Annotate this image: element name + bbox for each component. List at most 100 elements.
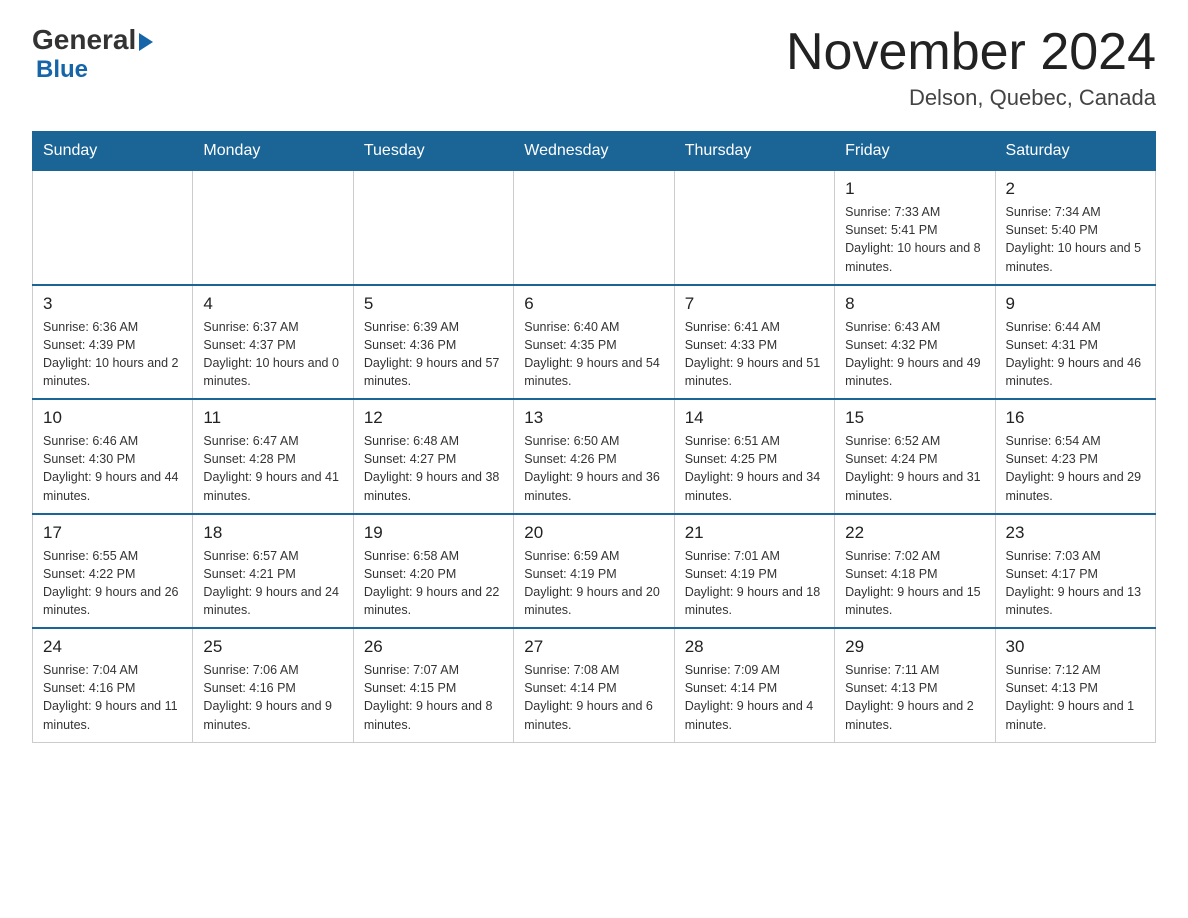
calendar-cell [193,171,353,285]
day-info: Sunrise: 6:40 AMSunset: 4:35 PMDaylight:… [524,318,663,391]
day-number: 12 [364,408,503,428]
day-info: Sunrise: 6:43 AMSunset: 4:32 PMDaylight:… [845,318,984,391]
day-number: 4 [203,294,342,314]
day-info: Sunrise: 7:02 AMSunset: 4:18 PMDaylight:… [845,547,984,620]
calendar-week-row: 17 Sunrise: 6:55 AMSunset: 4:22 PMDayligh… [33,514,1156,629]
day-info: Sunrise: 6:36 AMSunset: 4:39 PMDaylight:… [43,318,182,391]
day-number: 25 [203,637,342,657]
day-info: Sunrise: 6:50 AMSunset: 4:26 PMDaylight:… [524,432,663,505]
calendar-cell: 2 Sunrise: 7:34 AMSunset: 5:40 PMDaylight… [995,171,1155,285]
day-info: Sunrise: 6:52 AMSunset: 4:24 PMDaylight:… [845,432,984,505]
calendar-cell [353,171,513,285]
day-number: 7 [685,294,824,314]
day-number: 9 [1006,294,1145,314]
calendar-cell: 16 Sunrise: 6:54 AMSunset: 4:23 PMDayligh… [995,399,1155,514]
calendar-cell: 30 Sunrise: 7:12 AMSunset: 4:13 PMDayligh… [995,628,1155,742]
day-number: 11 [203,408,342,428]
calendar-cell: 23 Sunrise: 7:03 AMSunset: 4:17 PMDayligh… [995,514,1155,629]
calendar-week-row: 24 Sunrise: 7:04 AMSunset: 4:16 PMDayligh… [33,628,1156,742]
calendar-cell: 24 Sunrise: 7:04 AMSunset: 4:16 PMDayligh… [33,628,193,742]
calendar-week-row: 3 Sunrise: 6:36 AMSunset: 4:39 PMDaylight… [33,285,1156,400]
day-number: 14 [685,408,824,428]
calendar-cell: 3 Sunrise: 6:36 AMSunset: 4:39 PMDaylight… [33,285,193,400]
calendar-cell: 15Sunrise: 6:52 AMSunset: 4:24 PMDayligh… [835,399,995,514]
calendar-title-area: November 2024 Delson, Quebec, Canada [786,24,1156,111]
header-sunday: Sunday [33,132,193,171]
header-friday: Friday [835,132,995,171]
header-saturday: Saturday [995,132,1155,171]
day-info: Sunrise: 6:46 AMSunset: 4:30 PMDaylight:… [43,432,182,505]
day-info: Sunrise: 7:12 AMSunset: 4:13 PMDaylight:… [1006,661,1145,734]
month-title: November 2024 [786,24,1156,81]
calendar-cell: 7 Sunrise: 6:41 AMSunset: 4:33 PMDaylight… [674,285,834,400]
day-number: 27 [524,637,663,657]
day-info: Sunrise: 6:54 AMSunset: 4:23 PMDaylight:… [1006,432,1145,505]
day-number: 21 [685,523,824,543]
calendar-cell: 12Sunrise: 6:48 AMSunset: 4:27 PMDayligh… [353,399,513,514]
calendar-cell: 26 Sunrise: 7:07 AMSunset: 4:15 PMDayligh… [353,628,513,742]
day-number: 26 [364,637,503,657]
calendar-cell: 9Sunrise: 6:44 AMSunset: 4:31 PMDaylight… [995,285,1155,400]
logo-blue-text: Blue [36,56,88,83]
day-number: 6 [524,294,663,314]
day-info: Sunrise: 6:59 AMSunset: 4:19 PMDaylight:… [524,547,663,620]
day-number: 13 [524,408,663,428]
day-number: 5 [364,294,503,314]
calendar-cell: 28 Sunrise: 7:09 AMSunset: 4:14 PMDayligh… [674,628,834,742]
calendar-cell: 19 Sunrise: 6:58 AMSunset: 4:20 PMDayligh… [353,514,513,629]
calendar-cell: 11 Sunrise: 6:47 AMSunset: 4:28 PMDayligh… [193,399,353,514]
day-info: Sunrise: 6:47 AMSunset: 4:28 PMDaylight:… [203,432,342,505]
day-number: 30 [1006,637,1145,657]
calendar-cell: 5 Sunrise: 6:39 AMSunset: 4:36 PMDaylight… [353,285,513,400]
day-number: 28 [685,637,824,657]
day-info: Sunrise: 7:33 AMSunset: 5:41 PMDaylight:… [845,203,984,276]
logo: General Blue [32,24,153,84]
logo-arrow-shape [139,33,153,51]
day-info: Sunrise: 7:01 AMSunset: 4:19 PMDaylight:… [685,547,824,620]
calendar-cell: 1Sunrise: 7:33 AMSunset: 5:41 PMDaylight… [835,171,995,285]
day-number: 23 [1006,523,1145,543]
day-number: 24 [43,637,182,657]
day-info: Sunrise: 6:58 AMSunset: 4:20 PMDaylight:… [364,547,503,620]
calendar-cell: 13 Sunrise: 6:50 AMSunset: 4:26 PMDayligh… [514,399,674,514]
day-number: 16 [1006,408,1145,428]
header-wednesday: Wednesday [514,132,674,171]
calendar-cell [674,171,834,285]
day-info: Sunrise: 7:08 AMSunset: 4:14 PMDaylight:… [524,661,663,734]
logo-general-text: General [32,24,136,56]
day-info: Sunrise: 6:55 AMSunset: 4:22 PMDaylight:… [43,547,182,620]
calendar-week-row: 1Sunrise: 7:33 AMSunset: 5:41 PMDaylight… [33,171,1156,285]
calendar-cell: 21 Sunrise: 7:01 AMSunset: 4:19 PMDayligh… [674,514,834,629]
page-header: General Blue November 2024 Delson, Quebe… [32,24,1156,111]
calendar-cell: 4Sunrise: 6:37 AMSunset: 4:37 PMDaylight… [193,285,353,400]
day-info: Sunrise: 7:07 AMSunset: 4:15 PMDaylight:… [364,661,503,734]
calendar-cell: 10Sunrise: 6:46 AMSunset: 4:30 PMDayligh… [33,399,193,514]
day-number: 3 [43,294,182,314]
header-tuesday: Tuesday [353,132,513,171]
day-number: 19 [364,523,503,543]
calendar-cell: 29Sunrise: 7:11 AMSunset: 4:13 PMDayligh… [835,628,995,742]
day-number: 20 [524,523,663,543]
calendar-cell: 14Sunrise: 6:51 AMSunset: 4:25 PMDayligh… [674,399,834,514]
calendar-cell: 17 Sunrise: 6:55 AMSunset: 4:22 PMDayligh… [33,514,193,629]
day-number: 2 [1006,179,1145,199]
day-info: Sunrise: 7:34 AMSunset: 5:40 PMDaylight:… [1006,203,1145,276]
day-info: Sunrise: 7:04 AMSunset: 4:16 PMDaylight:… [43,661,182,734]
day-number: 22 [845,523,984,543]
calendar-cell: 22 Sunrise: 7:02 AMSunset: 4:18 PMDayligh… [835,514,995,629]
day-info: Sunrise: 6:57 AMSunset: 4:21 PMDaylight:… [203,547,342,620]
day-info: Sunrise: 6:39 AMSunset: 4:36 PMDaylight:… [364,318,503,391]
calendar-week-row: 10Sunrise: 6:46 AMSunset: 4:30 PMDayligh… [33,399,1156,514]
day-number: 8 [845,294,984,314]
header-thursday: Thursday [674,132,834,171]
calendar-cell: 6 Sunrise: 6:40 AMSunset: 4:35 PMDaylight… [514,285,674,400]
calendar-cell: 20 Sunrise: 6:59 AMSunset: 4:19 PMDayligh… [514,514,674,629]
day-info: Sunrise: 7:11 AMSunset: 4:13 PMDaylight:… [845,661,984,734]
day-info: Sunrise: 7:09 AMSunset: 4:14 PMDaylight:… [685,661,824,734]
day-info: Sunrise: 6:41 AMSunset: 4:33 PMDaylight:… [685,318,824,391]
calendar-cell [514,171,674,285]
day-info: Sunrise: 7:06 AMSunset: 4:16 PMDaylight:… [203,661,342,734]
calendar-cell: 18Sunrise: 6:57 AMSunset: 4:21 PMDayligh… [193,514,353,629]
day-info: Sunrise: 7:03 AMSunset: 4:17 PMDaylight:… [1006,547,1145,620]
day-number: 17 [43,523,182,543]
